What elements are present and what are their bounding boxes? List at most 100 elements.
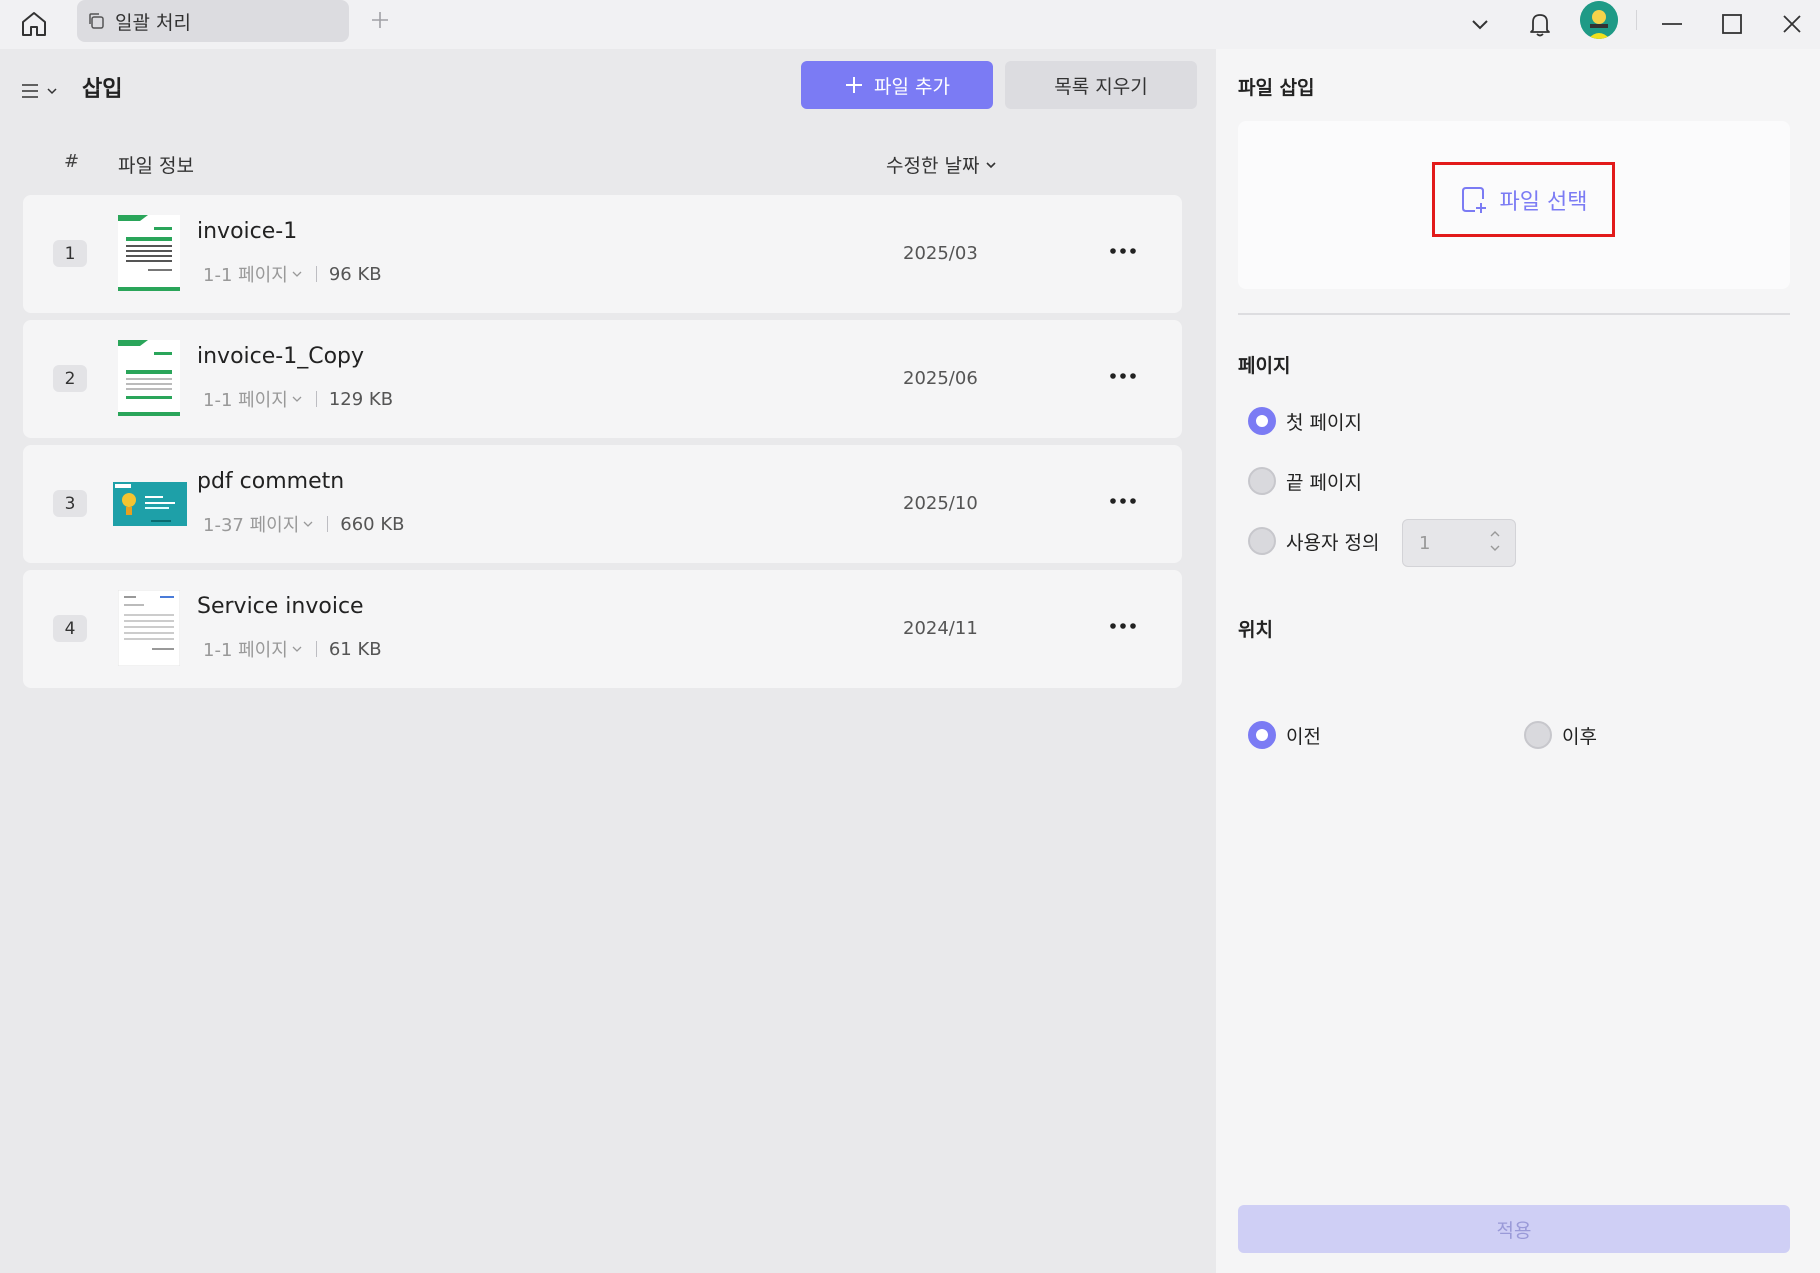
avatar[interactable] xyxy=(1580,1,1618,39)
more-options-button[interactable] xyxy=(1103,481,1143,521)
maximize-button[interactable] xyxy=(1712,4,1752,44)
minimize-button[interactable] xyxy=(1652,4,1692,44)
chevron-down-icon xyxy=(303,521,313,527)
radio-label: 이후 xyxy=(1562,725,1597,748)
file-size: 61 KB xyxy=(328,638,382,660)
file-name: Service invoice xyxy=(197,594,364,619)
select-file-label: 파일 선택 xyxy=(1499,189,1588,215)
radio-button[interactable] xyxy=(1524,721,1552,749)
radio-button-checked[interactable] xyxy=(1248,407,1276,435)
dropdown-button[interactable] xyxy=(1460,4,1500,44)
panel-divider xyxy=(1238,313,1790,315)
select-file-button[interactable]: 파일 선택 xyxy=(1432,162,1615,237)
row-number: 3 xyxy=(53,490,87,517)
file-list-panel: 삽입 파일 추가 목록 지우기 # 파일 정보 수정한 날짜 1 invoice… xyxy=(0,49,1208,1273)
page-section-title: 페이지 xyxy=(1238,355,1291,377)
invoice-thumbnail xyxy=(118,215,180,291)
copy-icon xyxy=(89,13,104,29)
column-header-modified-date[interactable]: 수정한 날짜 xyxy=(886,151,997,178)
column-header-date-label: 수정한 날짜 xyxy=(886,155,980,177)
close-button[interactable] xyxy=(1772,4,1812,44)
page-range: 1-37 페이지 xyxy=(203,515,300,536)
file-add-icon xyxy=(1461,186,1486,213)
page-title: 삽입 xyxy=(82,77,123,102)
menu-button[interactable] xyxy=(20,73,64,109)
radio-label: 첫 페이지 xyxy=(1286,411,1362,434)
file-row[interactable]: 3 pdf commetn 1-37 페이지 660 KB 2025/10 xyxy=(23,445,1182,563)
plus-icon xyxy=(372,12,388,28)
page-range-dropdown[interactable]: 1-37 페이지 xyxy=(203,511,313,537)
page-range: 1-1 페이지 xyxy=(203,265,288,286)
more-icon xyxy=(1110,498,1136,504)
file-meta: 1-1 페이지 96 KB xyxy=(203,261,382,287)
chevron-down-icon xyxy=(1472,20,1488,30)
modified-date: 2025/06 xyxy=(903,368,978,389)
title-bar: 일괄 처리 xyxy=(0,0,1820,49)
file-row[interactable]: 1 invoice-1 1-1 페이지 96 KB 2025/03 xyxy=(23,195,1182,313)
tab-batch[interactable]: 일괄 처리 xyxy=(77,0,349,42)
new-tab-button[interactable] xyxy=(364,4,396,36)
chevron-up-icon[interactable] xyxy=(1489,530,1501,538)
tab-label: 일괄 처리 xyxy=(115,11,191,34)
chevron-down-icon[interactable] xyxy=(1489,544,1501,552)
position-section-title: 위치 xyxy=(1238,619,1273,641)
service-invoice-thumbnail xyxy=(118,590,180,666)
radio-button-checked[interactable] xyxy=(1248,721,1276,749)
more-options-button[interactable] xyxy=(1103,606,1143,646)
add-file-button[interactable]: 파일 추가 xyxy=(801,61,993,109)
page-range-dropdown[interactable]: 1-1 페이지 xyxy=(203,386,302,412)
notification-button[interactable] xyxy=(1520,4,1560,44)
add-file-label: 파일 추가 xyxy=(874,75,950,98)
chevron-down-icon xyxy=(292,396,302,402)
row-number: 4 xyxy=(53,615,87,642)
home-button[interactable] xyxy=(14,4,54,44)
minimize-icon xyxy=(1662,23,1682,25)
more-icon xyxy=(1110,248,1136,254)
home-icon xyxy=(22,12,46,36)
chevron-down-icon xyxy=(47,88,57,95)
column-header-file-info: 파일 정보 xyxy=(118,155,194,177)
clear-list-button[interactable]: 목록 지우기 xyxy=(1005,61,1197,109)
row-number: 2 xyxy=(53,365,87,392)
meta-divider xyxy=(315,641,317,657)
meta-divider xyxy=(315,391,317,407)
apply-button[interactable]: 적용 xyxy=(1238,1205,1790,1253)
custom-page-value: 1 xyxy=(1419,532,1431,554)
insert-options-panel: 파일 삽입 파일 선택 페이지 첫 페이지 끝 페이지 사용자 정의 1 위치 … xyxy=(1216,49,1820,1273)
file-select-area: 파일 선택 xyxy=(1238,121,1790,289)
custom-page-input[interactable]: 1 xyxy=(1402,519,1516,567)
pdf-thumbnail xyxy=(113,482,187,526)
page-range: 1-1 페이지 xyxy=(203,640,288,661)
more-options-button[interactable] xyxy=(1103,231,1143,271)
radio-button[interactable] xyxy=(1248,527,1276,555)
file-name: pdf commetn xyxy=(197,469,345,494)
file-row[interactable]: 2 invoice-1_Copy 1-1 페이지 129 KB 2025/06 xyxy=(23,320,1182,438)
chevron-down-icon xyxy=(292,646,302,652)
radio-custom-page[interactable]: 사용자 정의 xyxy=(1248,527,1379,555)
file-meta: 1-1 페이지 61 KB xyxy=(203,636,382,662)
page-range-dropdown[interactable]: 1-1 페이지 xyxy=(203,636,302,662)
radio-after[interactable]: 이후 xyxy=(1524,721,1597,749)
radio-last-page[interactable]: 끝 페이지 xyxy=(1248,467,1362,495)
more-options-button[interactable] xyxy=(1103,356,1143,396)
file-row[interactable]: 4 Service invoice 1-1 페이지 61 KB 2024/11 xyxy=(23,570,1182,688)
file-meta: 1-1 페이지 129 KB xyxy=(203,386,393,412)
page-range-dropdown[interactable]: 1-1 페이지 xyxy=(203,261,302,287)
file-meta: 1-37 페이지 660 KB xyxy=(203,511,405,537)
radio-label: 사용자 정의 xyxy=(1286,531,1380,554)
page-range: 1-1 페이지 xyxy=(203,390,288,411)
page-stepper[interactable] xyxy=(1489,530,1501,552)
meta-divider xyxy=(327,516,329,532)
radio-label: 이전 xyxy=(1286,725,1321,748)
bell-icon xyxy=(1530,14,1550,37)
file-size: 660 KB xyxy=(340,513,405,535)
radio-before[interactable]: 이전 xyxy=(1248,721,1321,749)
file-name: invoice-1_Copy xyxy=(197,344,365,369)
radio-button[interactable] xyxy=(1248,467,1276,495)
meta-divider xyxy=(315,266,317,282)
radio-first-page[interactable]: 첫 페이지 xyxy=(1248,407,1362,435)
radio-label: 끝 페이지 xyxy=(1286,471,1362,494)
plus-icon xyxy=(846,77,863,93)
close-icon xyxy=(1783,15,1801,33)
invoice-thumbnail xyxy=(118,340,180,416)
